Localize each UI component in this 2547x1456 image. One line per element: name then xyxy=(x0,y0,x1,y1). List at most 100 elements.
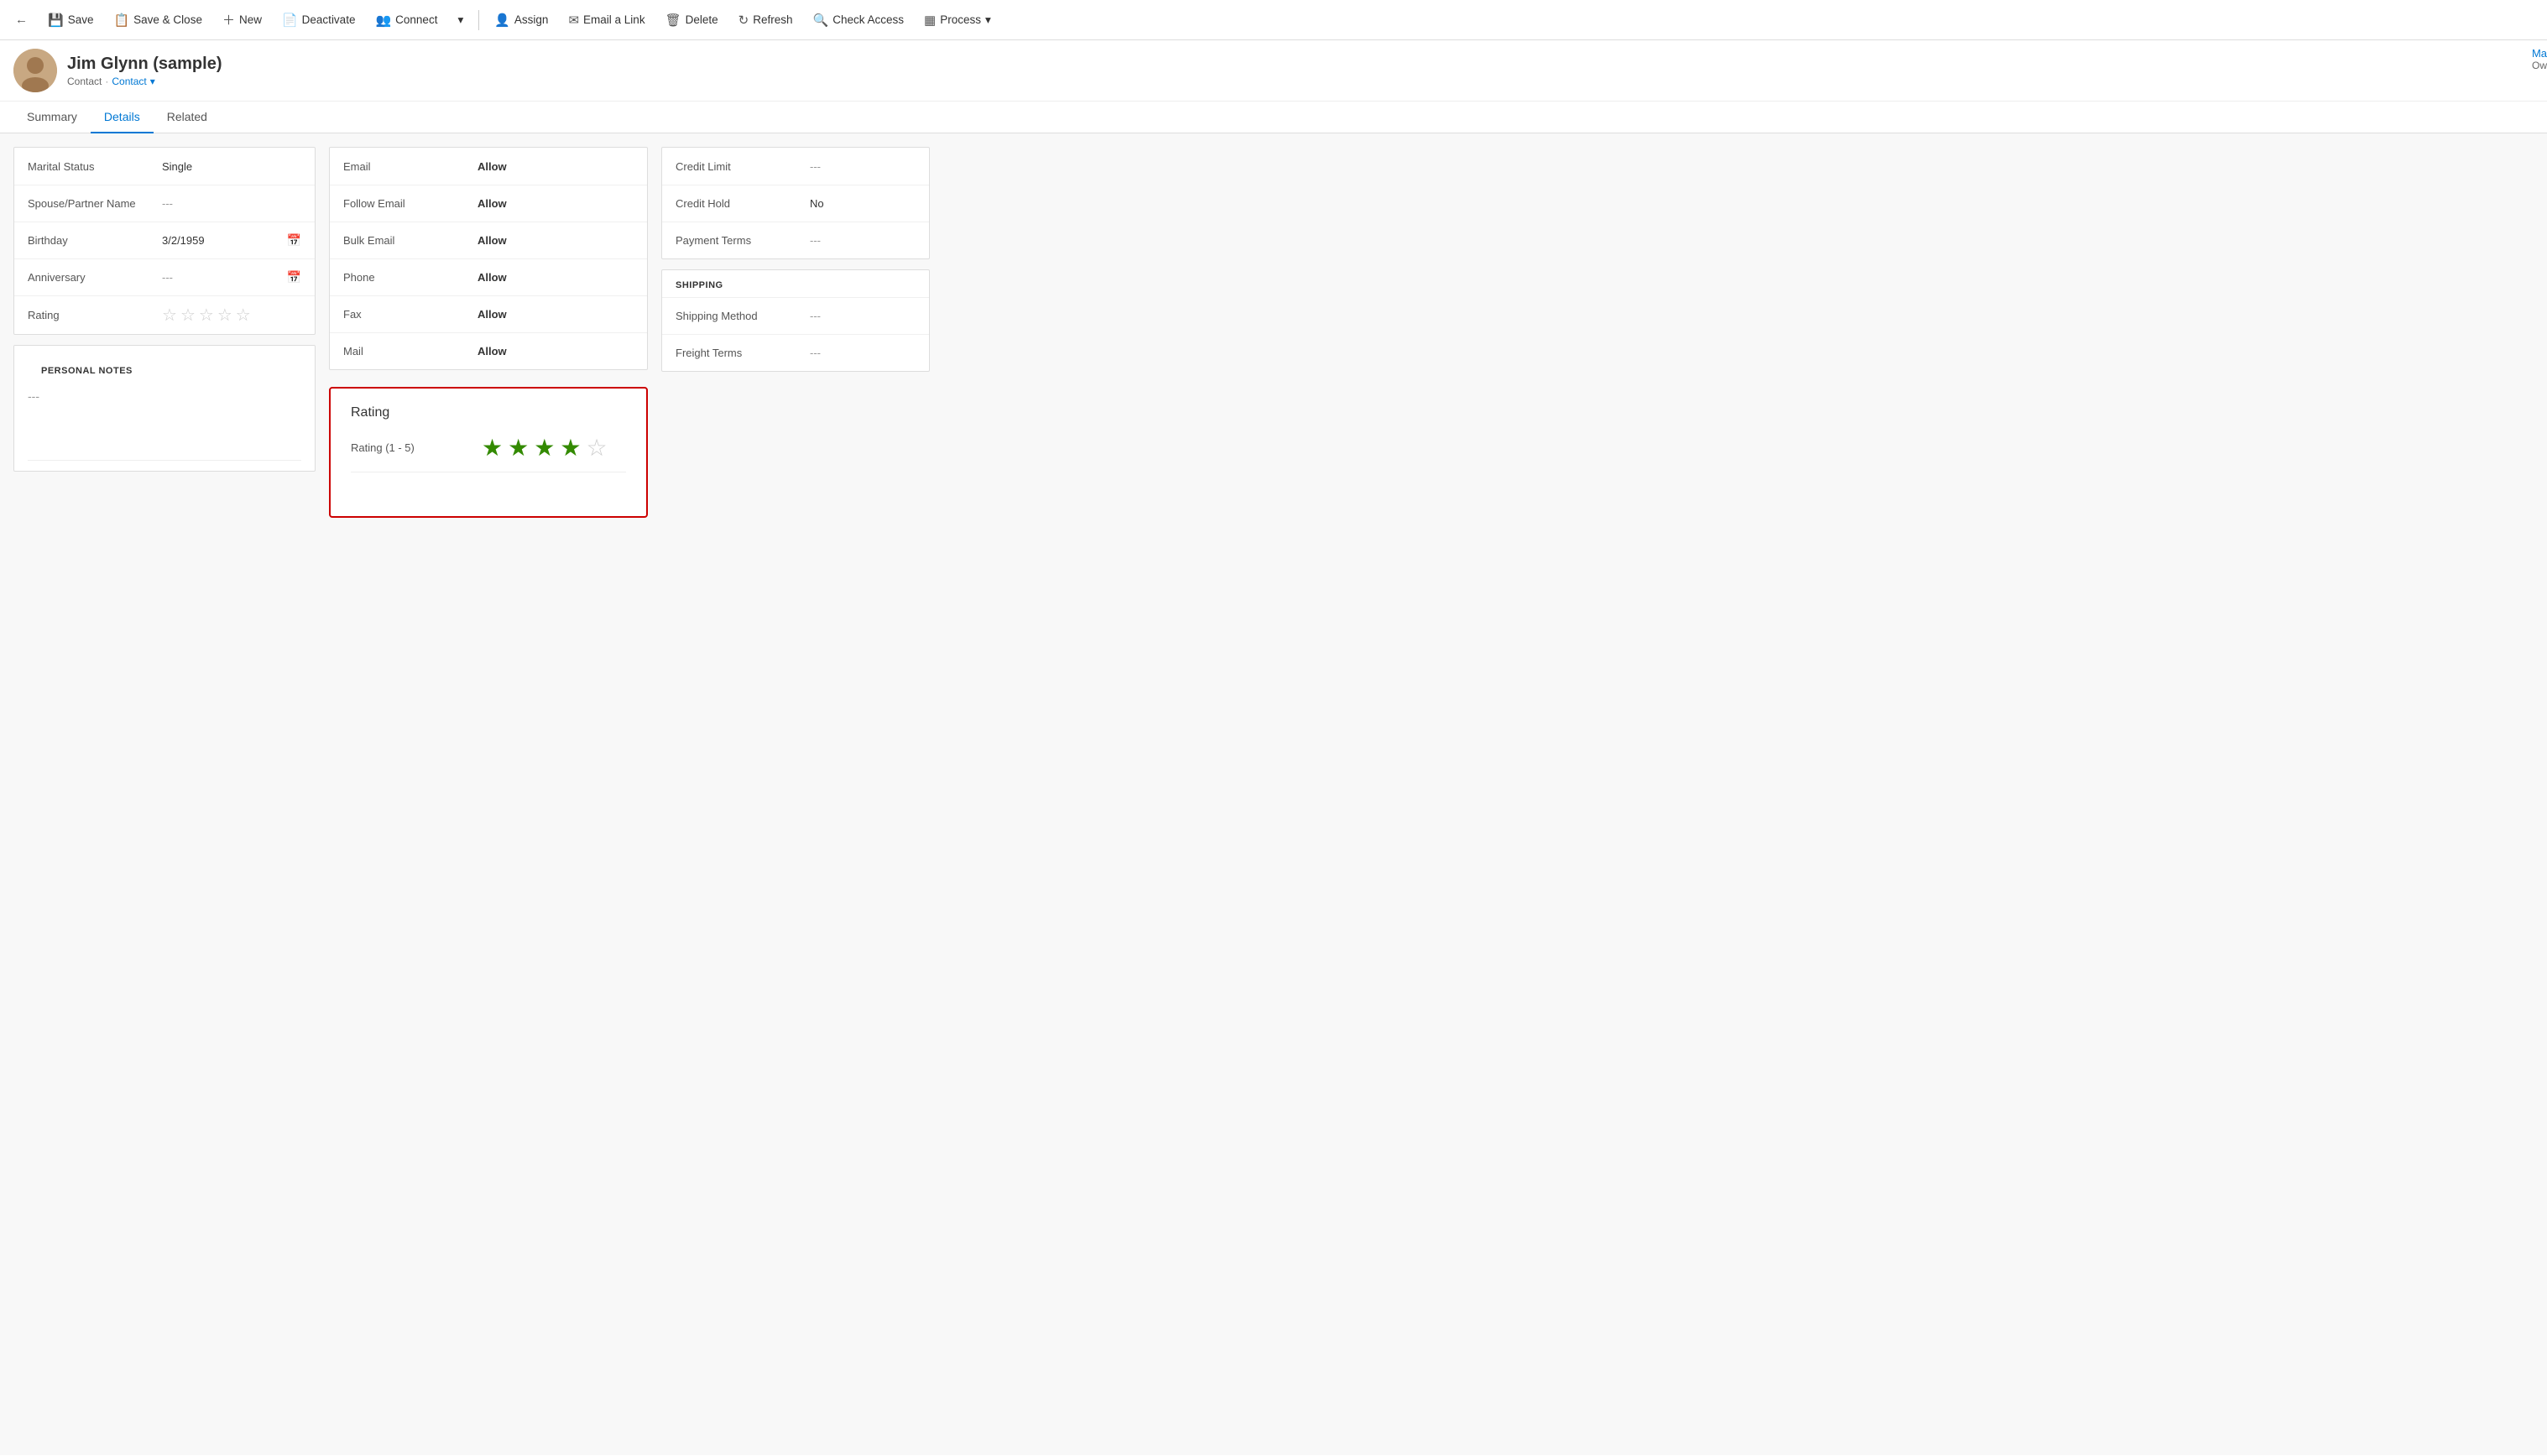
credit-hold-label: Credit Hold xyxy=(676,197,810,210)
save-close-icon: 📋 xyxy=(113,13,129,28)
record-subtitle: Contact · Contact ▾ xyxy=(67,76,222,87)
field-credit-limit: Credit Limit --- xyxy=(662,148,929,185)
refresh-button[interactable]: ↻ Refresh xyxy=(730,8,801,33)
rating-label: Rating xyxy=(28,309,162,321)
birthday-label: Birthday xyxy=(28,234,162,247)
anniversary-label: Anniversary xyxy=(28,271,162,284)
follow-email-pref-value: Allow xyxy=(478,197,634,210)
phone-pref-value: Allow xyxy=(478,271,634,284)
star-5[interactable]: ☆ xyxy=(236,305,251,326)
back-button[interactable]: ← xyxy=(7,8,36,32)
field-spouse-name: Spouse/Partner Name --- xyxy=(14,185,315,222)
rating-popup-stars[interactable]: ★ ★ ★ ★ ☆ xyxy=(482,434,608,462)
marital-status-label: Marital Status xyxy=(28,160,162,173)
field-email-pref: Email Allow xyxy=(330,148,647,185)
check-access-button[interactable]: 🔍 Check Access xyxy=(805,8,912,33)
rating-popup: Rating Rating (1 - 5) ★ ★ ★ ★ ☆ xyxy=(329,387,648,518)
entity-dropdown-icon[interactable]: ▾ xyxy=(150,76,155,87)
field-shipping-method: Shipping Method --- xyxy=(662,297,929,334)
credit-hold-value: No xyxy=(810,197,916,210)
phone-pref-label: Phone xyxy=(343,271,478,284)
rating-stars[interactable]: ☆ ☆ ☆ ☆ ☆ xyxy=(162,305,251,326)
tab-related[interactable]: Related xyxy=(154,102,221,133)
check-access-icon: 🔍 xyxy=(813,13,829,28)
deactivate-button[interactable]: 📄 Deactivate xyxy=(274,8,363,33)
bulk-email-pref-label: Bulk Email xyxy=(343,234,478,247)
avatar-image xyxy=(13,49,57,92)
delete-icon: 🗑 xyxy=(665,13,681,28)
birthday-value[interactable]: 3/2/1959 xyxy=(162,234,280,247)
connect-button[interactable]: 👥 Connect xyxy=(367,8,446,33)
process-icon: ▦ xyxy=(924,13,936,28)
new-icon: ＋ xyxy=(222,11,235,29)
popup-star-3[interactable]: ★ xyxy=(534,434,555,462)
left-column: Marital Status Single Spouse/Partner Nam… xyxy=(13,147,316,1442)
field-anniversary: Anniversary --- 📅 xyxy=(14,258,315,295)
shipping-title: SHIPPING xyxy=(662,270,929,297)
breadcrumb-separator: · xyxy=(105,76,108,87)
anniversary-calendar-icon[interactable]: 📅 xyxy=(287,270,301,284)
deactivate-icon: 📄 xyxy=(282,13,298,28)
tabs-bar: Summary Details Related xyxy=(0,102,2547,133)
tab-details[interactable]: Details xyxy=(91,102,154,133)
fax-pref-value: Allow xyxy=(478,308,634,321)
personal-notes-value[interactable]: --- xyxy=(28,383,301,410)
new-button[interactable]: ＋ New xyxy=(214,6,270,34)
email-pref-value: Allow xyxy=(478,160,634,173)
save-icon: 💾 xyxy=(48,13,64,28)
entity-type-2[interactable]: Contact xyxy=(112,76,146,87)
popup-star-1[interactable]: ★ xyxy=(482,434,503,462)
personal-info-card: Marital Status Single Spouse/Partner Nam… xyxy=(13,147,316,335)
right-column: Credit Limit --- Credit Hold No Payment … xyxy=(661,147,930,1442)
popup-star-5[interactable]: ☆ xyxy=(586,434,607,462)
assign-button[interactable]: 👤 Assign xyxy=(486,8,556,33)
record-header: Jim Glynn (sample) Contact · Contact ▾ M… xyxy=(0,40,2547,102)
spouse-name-label: Spouse/Partner Name xyxy=(28,197,162,210)
email-link-icon: ✉ xyxy=(568,13,579,28)
popup-star-2[interactable]: ★ xyxy=(508,434,529,462)
star-3[interactable]: ☆ xyxy=(199,305,214,326)
shipping-method-value: --- xyxy=(810,310,916,322)
refresh-icon: ↻ xyxy=(739,13,749,28)
middle-column: Email Allow Follow Email Allow Bulk Emai… xyxy=(329,147,648,1442)
field-freight-terms: Freight Terms --- xyxy=(662,334,929,371)
birthday-calendar-icon[interactable]: 📅 xyxy=(287,233,301,248)
process-button[interactable]: ▦ Process ▾ xyxy=(916,8,999,33)
email-link-button[interactable]: ✉ Email a Link xyxy=(560,8,653,33)
follow-email-pref-label: Follow Email xyxy=(343,197,478,210)
popup-star-4[interactable]: ★ xyxy=(560,434,581,462)
payment-terms-value: --- xyxy=(810,234,916,247)
star-2[interactable]: ☆ xyxy=(180,305,196,326)
field-credit-hold: Credit Hold No xyxy=(662,185,929,222)
star-1[interactable]: ☆ xyxy=(162,305,177,326)
shipping-card: SHIPPING Shipping Method --- Freight Ter… xyxy=(661,269,930,372)
mail-pref-label: Mail xyxy=(343,345,478,357)
shipping-method-label: Shipping Method xyxy=(676,310,810,322)
rating-popup-title: Rating xyxy=(351,405,626,420)
credit-limit-value: --- xyxy=(810,160,916,173)
delete-button[interactable]: 🗑 Delete xyxy=(657,8,727,33)
field-bulk-email-pref: Bulk Email Allow xyxy=(330,222,647,258)
main-content: Marital Status Single Spouse/Partner Nam… xyxy=(0,133,2547,1455)
rating-popup-label: Rating (1 - 5) xyxy=(351,441,468,454)
personal-notes-title: PERSONAL NOTES xyxy=(28,356,301,383)
credit-limit-label: Credit Limit xyxy=(676,160,810,173)
connect-icon: 👥 xyxy=(375,13,391,28)
field-mail-pref: Mail Allow xyxy=(330,332,647,369)
field-phone-pref: Phone Allow xyxy=(330,258,647,295)
current-user-sub: Ow xyxy=(2532,60,2547,71)
freight-terms-label: Freight Terms xyxy=(676,347,810,359)
current-user-label: Ma xyxy=(2532,47,2547,60)
connect-dropdown-button[interactable]: ▾ xyxy=(449,8,472,32)
star-4[interactable]: ☆ xyxy=(217,305,232,326)
email-pref-label: Email xyxy=(343,160,478,173)
toolbar: ← 💾 Save 📋 Save & Close ＋ New 📄 Deactiva… xyxy=(0,0,2547,40)
personal-notes-card: PERSONAL NOTES --- xyxy=(13,345,316,472)
anniversary-value[interactable]: --- xyxy=(162,271,280,284)
save-button[interactable]: 💾 Save xyxy=(39,8,102,33)
save-close-button[interactable]: 📋 Save & Close xyxy=(105,8,210,33)
field-follow-email-pref: Follow Email Allow xyxy=(330,185,647,222)
rating-popup-footer xyxy=(351,483,626,499)
field-marital-status: Marital Status Single xyxy=(14,148,315,185)
tab-summary[interactable]: Summary xyxy=(13,102,91,133)
